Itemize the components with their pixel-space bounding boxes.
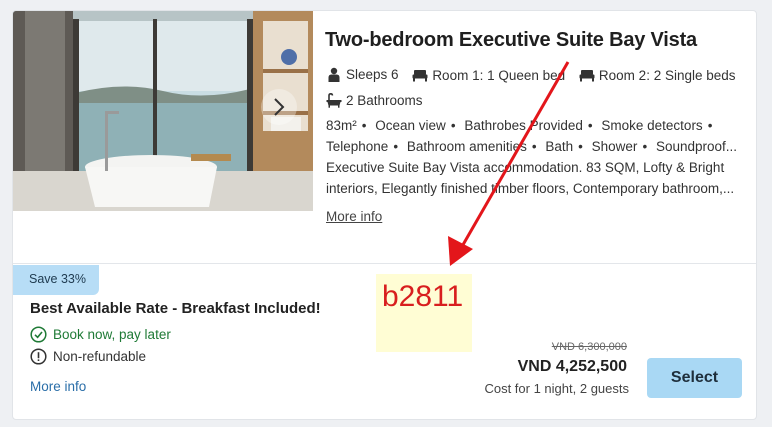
spec-label: Room 2: 2 Single beds — [598, 68, 736, 83]
annotation-marker: b2811 — [376, 274, 472, 352]
amenity-item: Ocean view — [375, 118, 446, 133]
amenity-item: Bathrobes Provided — [464, 118, 583, 133]
bed-icon — [579, 68, 595, 84]
amenity-item: Soundproof... — [655, 139, 737, 154]
check-circle-icon — [30, 326, 47, 343]
spec-bathrooms: 2 Bathrooms — [326, 89, 423, 112]
room-description: 83m² • Ocean view • Bathrobes Provided • Sm… — [326, 118, 737, 196]
room-card: Two-bedroom Executive Suite Bay Vista Sl… — [12, 10, 757, 420]
spec-label: Room 1: 1 Queen bed — [432, 68, 566, 83]
room-specs: Sleeps 6 Room 1: 1 Queen bed Room 2: 2 S… — [326, 63, 746, 115]
amenity-item: 83m² — [326, 118, 357, 133]
bed-icon — [412, 68, 428, 84]
room-photo[interactable] — [13, 11, 313, 211]
current-price: VND 4,252,500 — [517, 358, 627, 375]
perk-pay-later: Book now, pay later — [30, 326, 171, 343]
spec-label: Sleeps 6 — [346, 67, 399, 82]
cost-note: Cost for 1 night, 2 guests — [484, 381, 629, 396]
select-button[interactable]: Select — [647, 358, 742, 398]
perk-non-refundable: Non-refundable — [30, 348, 146, 365]
person-icon — [326, 67, 342, 83]
perk-label: Book now, pay later — [53, 327, 171, 342]
chevron-right-icon — [274, 98, 285, 116]
annotation-marker-text: b2811 — [382, 280, 464, 313]
amenity-item: Bathroom amenities — [406, 139, 527, 154]
rate-title: Best Available Rate - Breakfast Included… — [30, 300, 321, 317]
rate-more-info-link[interactable]: More info — [30, 379, 86, 394]
carousel-next-button[interactable] — [261, 89, 297, 125]
spec-room-2: Room 2: 2 Single beds — [579, 64, 736, 87]
amenity-item: Telephone — [326, 139, 389, 154]
perk-label: Non-refundable — [53, 349, 147, 364]
room-title: Two-bedroom Executive Suite Bay Vista — [325, 29, 697, 51]
amenity-item: Bath — [545, 139, 574, 154]
amenity-item: Shower — [591, 139, 638, 154]
spec-sleeps: Sleeps 6 — [326, 63, 399, 86]
amenity-item: Smoke detectors — [601, 118, 703, 133]
spec-room-1: Room 1: 1 Queen bed — [412, 64, 565, 87]
divider — [13, 263, 756, 264]
spec-label: 2 Bathrooms — [346, 93, 423, 108]
description-text: Executive Suite Bay Vista accommodation.… — [326, 160, 735, 196]
alert-circle-icon — [30, 348, 47, 365]
original-price: VND 6,300,000 — [551, 341, 627, 353]
bathtub-icon — [326, 93, 342, 109]
save-badge: Save 33% — [13, 265, 99, 295]
room-more-info-link[interactable]: More info — [326, 209, 382, 224]
